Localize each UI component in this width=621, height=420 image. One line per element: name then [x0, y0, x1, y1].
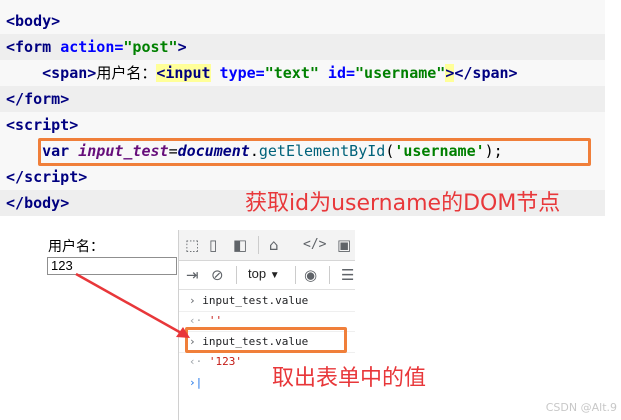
watermark: CSDN @Alt.9 — [545, 401, 617, 414]
red-arrow-icon — [75, 272, 190, 338]
